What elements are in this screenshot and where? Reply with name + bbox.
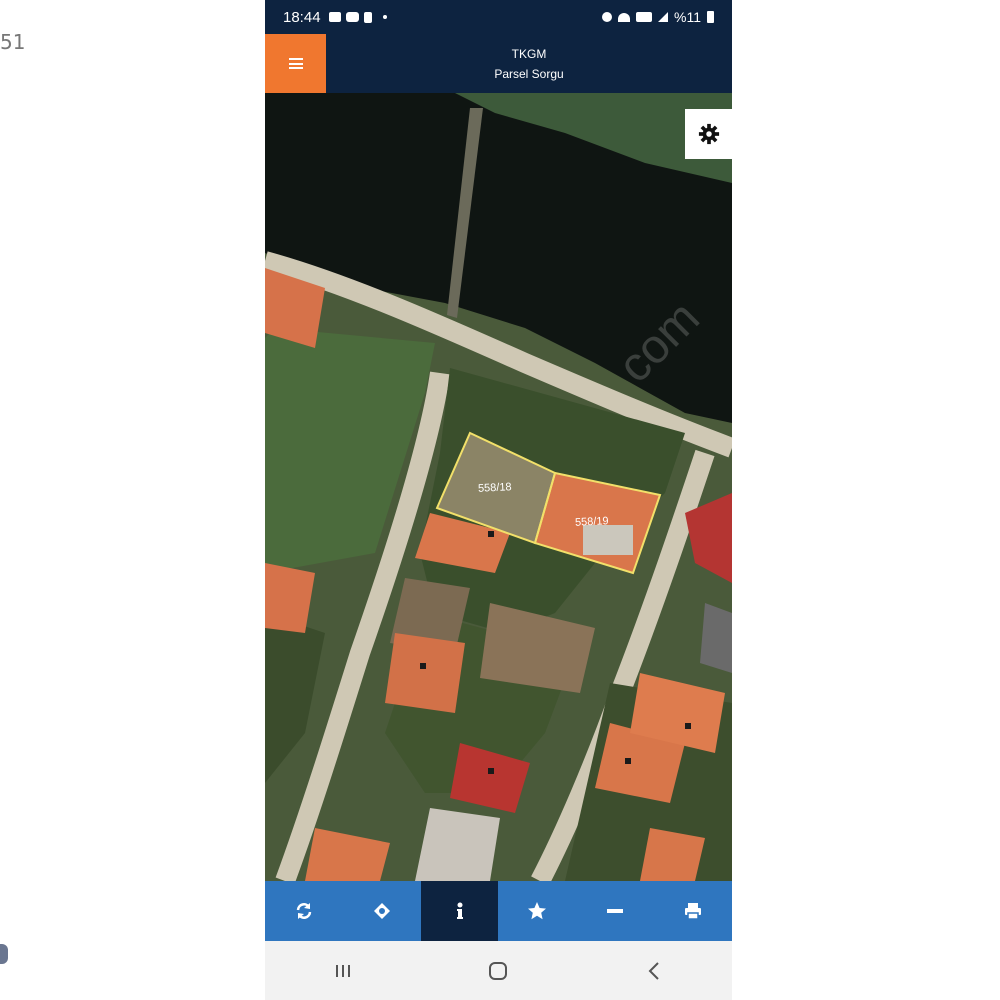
star-icon xyxy=(528,902,547,920)
refresh-button[interactable] xyxy=(265,881,343,941)
app-subtitle: Parsel Sorgu xyxy=(494,66,564,81)
alarm-icon xyxy=(602,12,613,22)
refresh-icon xyxy=(296,903,312,919)
wifi-icon xyxy=(618,12,631,22)
hamburger-icon xyxy=(288,58,303,69)
recents-icon xyxy=(335,964,350,977)
print-icon xyxy=(685,903,702,920)
map-watermark: com xyxy=(608,291,710,393)
measure-button[interactable] xyxy=(576,881,654,941)
map-toolbar xyxy=(265,881,732,941)
status-time: 18:44 xyxy=(283,8,321,26)
header-titles: TKGM Parsel Sorgu xyxy=(326,34,732,93)
back-icon xyxy=(648,961,659,980)
home-button[interactable] xyxy=(463,946,533,996)
favorite-button[interactable] xyxy=(498,881,576,941)
youtube-icon xyxy=(345,12,359,22)
dot-icon xyxy=(382,15,387,19)
phone-screen: 18:44 %11 TKGM Parsel Sorgu 558/18 558/1… xyxy=(265,0,732,1000)
gear-icon xyxy=(698,123,719,145)
menu-button[interactable] xyxy=(265,34,326,93)
info-button[interactable] xyxy=(420,881,499,941)
gallery-icon xyxy=(328,12,341,22)
map-settings-button[interactable] xyxy=(685,109,732,159)
info-icon xyxy=(456,902,463,919)
battery-icon xyxy=(707,11,714,23)
background-page-number: 51 xyxy=(0,30,26,54)
battery-percent: %11 xyxy=(674,9,701,25)
android-navigation-bar xyxy=(265,941,732,1000)
app-title: TKGM xyxy=(511,46,547,61)
status-bar: 18:44 %11 xyxy=(265,0,732,34)
minus-icon xyxy=(607,909,624,913)
volte-icon xyxy=(636,12,653,22)
locate-icon xyxy=(373,903,390,919)
parcel-558-18-label: 558/18 xyxy=(478,481,512,495)
satellite-map[interactable]: 558/18 558/19 com xyxy=(265,93,732,881)
background-window-icon xyxy=(0,944,8,964)
app-header: TKGM Parsel Sorgu xyxy=(265,34,732,93)
print-button[interactable] xyxy=(654,881,732,941)
parcel-558-19-label: 558/19 xyxy=(575,515,609,529)
signal-icon xyxy=(658,12,669,22)
clipboard-icon xyxy=(363,11,372,23)
home-icon xyxy=(489,961,508,980)
locate-button[interactable] xyxy=(343,881,421,941)
back-button[interactable] xyxy=(619,946,689,996)
parcel-overlay: 558/18 558/19 com xyxy=(435,291,710,575)
recents-button[interactable] xyxy=(308,946,378,996)
